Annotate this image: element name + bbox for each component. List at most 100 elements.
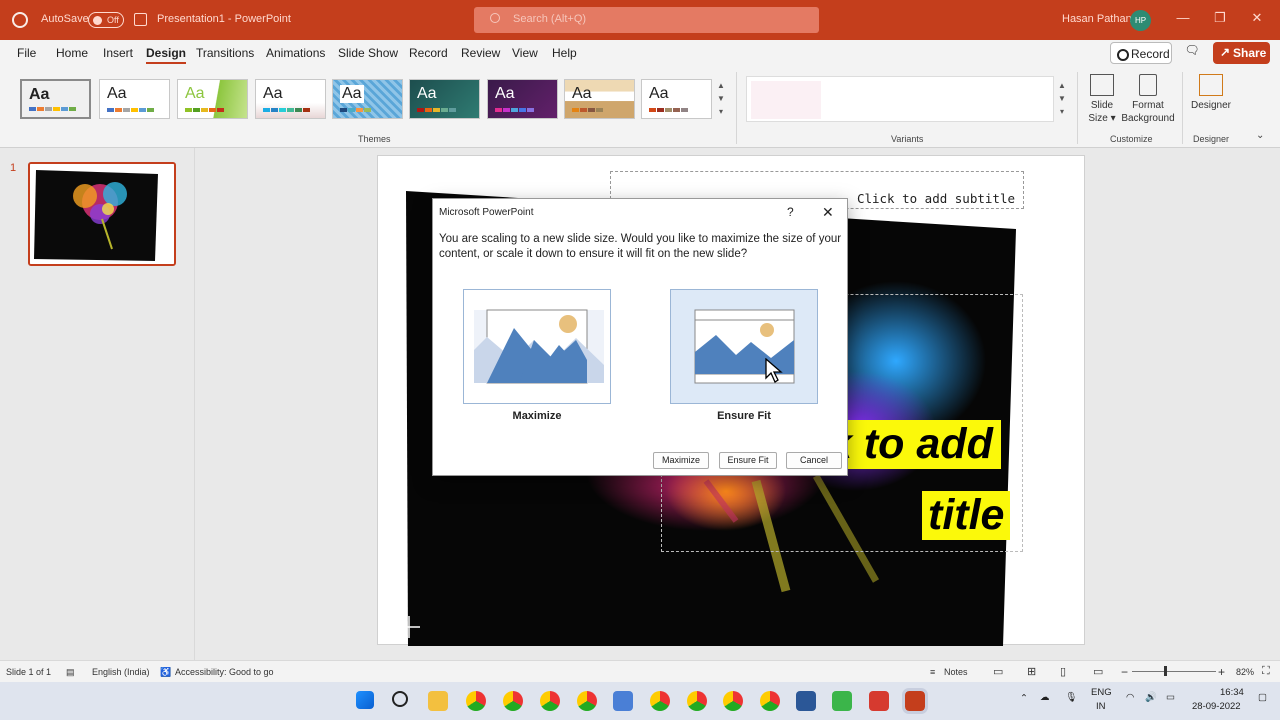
maximize-option-label: Maximize [512, 410, 562, 422]
language-eng[interactable]: ENG [1091, 687, 1112, 698]
file-explorer-icon[interactable] [428, 691, 448, 711]
word-icon[interactable] [796, 691, 816, 711]
chrome-profile-icon[interactable] [723, 691, 743, 711]
theme-retrospect[interactable]: Aa [564, 79, 635, 119]
slideshow-icon[interactable]: ▭ [1093, 665, 1103, 678]
zoom-slider[interactable] [1132, 671, 1216, 672]
clock-date[interactable]: 28-09-2022 [1192, 701, 1241, 712]
zoom-slider-handle[interactable] [1164, 666, 1167, 676]
format-background-button[interactable]: Format Background [1120, 74, 1176, 125]
chrome-profile-icon[interactable] [540, 691, 560, 711]
onedrive-icon[interactable]: ☁ [1040, 692, 1050, 703]
zoom-out-icon[interactable]: − [1121, 665, 1128, 679]
chrome-profile-icon[interactable] [503, 691, 523, 711]
help-button[interactable]: ? [787, 205, 794, 219]
tab-insert[interactable]: Insert [103, 46, 133, 60]
scale-dialog: Microsoft PowerPoint ? ✕ You are scaling… [432, 198, 848, 476]
designer-group-label: Designer [1193, 134, 1230, 144]
tab-design[interactable]: Design [146, 46, 187, 64]
theme-sample-text: Aa [495, 85, 515, 102]
theme-celestial[interactable]: Aa [487, 79, 558, 119]
slide-size-button[interactable]: Slide Size ▾ [1086, 74, 1118, 125]
accessibility-status[interactable]: Accessibility: Good to go [175, 667, 274, 677]
clock-time[interactable]: 16:34 [1220, 687, 1244, 698]
format-background-icon [1139, 74, 1157, 96]
windows-taskbar: ⌃ ☁ 🎙 ENG IN ◠ 🔊 ▭ 16:34 28-09-2022 ▢ [0, 682, 1280, 720]
avatar[interactable]: HP [1130, 10, 1151, 31]
notifications-icon[interactable]: ▢ [1258, 692, 1267, 703]
chrome-profile-icon[interactable] [687, 691, 707, 711]
zoom-level[interactable]: 82% [1236, 667, 1254, 677]
language-indicator[interactable]: English (India) [92, 667, 150, 677]
comment-icon[interactable]: 🗨 [1180, 43, 1204, 63]
restore-icon[interactable]: ❐ [1210, 10, 1230, 26]
minimize-icon[interactable]: — [1173, 10, 1193, 25]
theme-integral[interactable]: Aa [255, 79, 326, 119]
powerpoint-taskbar-icon[interactable] [902, 688, 928, 714]
tab-review[interactable]: Review [461, 46, 500, 60]
dialog-close-button[interactable]: ✕ [822, 204, 834, 221]
ensure-fit-button[interactable]: Ensure Fit [719, 452, 777, 469]
slide-size-icon [1090, 74, 1114, 96]
theme-sample-text: Aa [185, 85, 205, 102]
powerpoint-logo-icon [12, 12, 28, 28]
notepad-icon[interactable] [613, 691, 633, 711]
language-in[interactable]: IN [1096, 701, 1106, 712]
theme-office-2[interactable]: Aa [99, 79, 170, 119]
microphone-icon[interactable]: 🎙 [1065, 692, 1077, 703]
camtasia-icon[interactable] [832, 691, 852, 711]
chrome-icon[interactable] [466, 691, 486, 711]
record-button[interactable]: Record [1110, 42, 1172, 64]
theme-slice[interactable]: Aa [641, 79, 712, 119]
theme-ion-boardroom[interactable]: Aa [332, 79, 403, 119]
chrome-profile-icon[interactable] [577, 691, 597, 711]
maximize-button[interactable]: Maximize [653, 452, 709, 469]
designer-button[interactable]: Designer [1188, 74, 1234, 112]
slide-sorter-icon[interactable]: ⊞ [1027, 665, 1036, 678]
tray-chevron-icon[interactable]: ⌃ [1020, 693, 1028, 704]
spelling-icon[interactable]: ▤ [66, 667, 75, 678]
theme-office[interactable]: Aa [20, 79, 91, 119]
search-input[interactable]: Search (Alt+Q) [474, 7, 819, 33]
tab-animations[interactable]: Animations [266, 46, 325, 60]
theme-facet[interactable]: Aa [177, 79, 248, 119]
notes-button[interactable]: Notes [944, 667, 968, 677]
variant-thumbnail[interactable] [751, 81, 821, 119]
zoom-in-icon[interactable]: + [1218, 665, 1225, 679]
dialog-message: You are scaling to a new slide size. Wou… [439, 233, 842, 260]
ensure-fit-option[interactable] [670, 289, 818, 404]
fit-to-window-icon[interactable]: ⛶ [1262, 665, 1270, 678]
variants-scroll-arrows[interactable]: ▲ ▼ ▾ [1056, 79, 1068, 121]
tab-view[interactable]: View [512, 46, 538, 60]
maximize-option[interactable] [463, 289, 611, 404]
theme-sample-text: Aa [107, 85, 127, 102]
save-icon[interactable] [134, 13, 147, 26]
search-taskbar-icon[interactable] [392, 691, 408, 707]
reading-view-icon[interactable]: ▯ [1060, 665, 1066, 678]
theme-ion[interactable]: Aa [409, 79, 480, 119]
tab-transitions[interactable]: Transitions [196, 46, 254, 60]
chrome-profile-icon[interactable] [650, 691, 670, 711]
close-window-icon[interactable]: ✕ [1247, 10, 1267, 26]
themes-scroll-arrows[interactable]: ▲ ▼ ▾ [715, 79, 727, 121]
recorder-icon[interactable] [869, 691, 889, 711]
slide-thumbnail[interactable] [28, 162, 176, 266]
battery-icon[interactable]: ▭ [1166, 692, 1175, 703]
tab-home[interactable]: Home [56, 46, 88, 60]
ribbon-divider [736, 72, 737, 144]
cancel-button[interactable]: Cancel [786, 452, 842, 469]
volume-icon[interactable]: 🔊 [1145, 692, 1157, 703]
autosave-toggle[interactable]: Off [88, 12, 124, 28]
windows-start-icon[interactable] [356, 691, 374, 709]
chrome-profile-icon[interactable] [760, 691, 780, 711]
variants-gallery[interactable] [746, 76, 1054, 122]
share-button[interactable]: Share [1213, 42, 1270, 64]
tab-record[interactable]: Record [409, 46, 448, 60]
tab-slide-show[interactable]: Slide Show [338, 46, 398, 60]
normal-view-icon[interactable]: ▭ [993, 665, 1003, 678]
tab-file[interactable]: File [17, 46, 36, 60]
tab-help[interactable]: Help [552, 46, 577, 60]
ensure-fit-illustration [694, 309, 795, 384]
collapse-ribbon-icon[interactable]: ⌄ [1256, 130, 1264, 141]
wifi-icon[interactable]: ◠ [1126, 692, 1134, 703]
